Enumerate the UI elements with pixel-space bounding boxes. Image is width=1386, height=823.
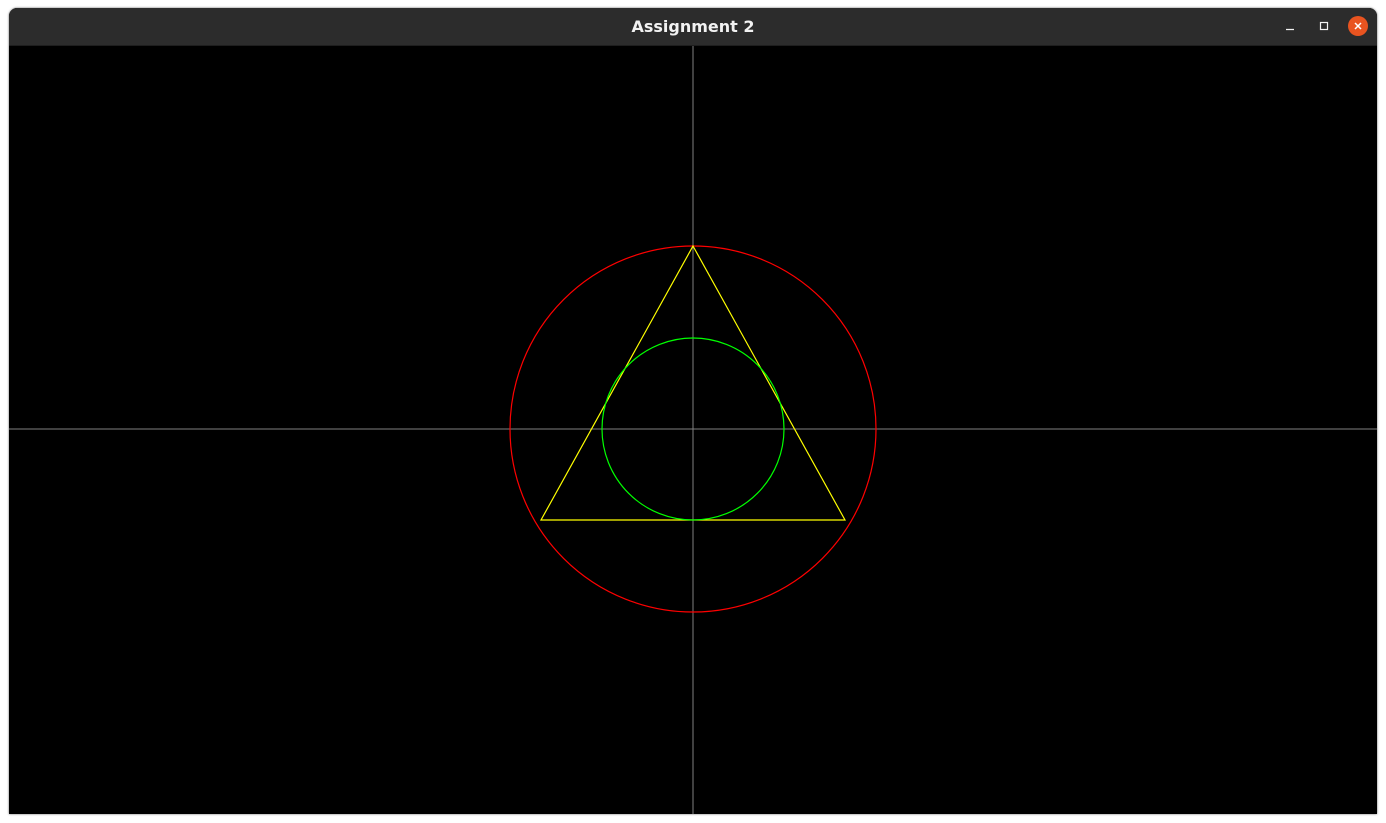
minimize-icon <box>1286 28 1294 31</box>
app-window: Assignment 2 <box>9 8 1377 814</box>
maximize-icon <box>1319 21 1329 31</box>
window-title: Assignment 2 <box>631 17 755 36</box>
title-bar[interactable]: Assignment 2 <box>9 8 1377 46</box>
maximize-button[interactable] <box>1314 16 1334 36</box>
close-button[interactable] <box>1348 16 1368 36</box>
close-icon <box>1354 22 1362 30</box>
drawing-canvas[interactable] <box>9 46 1377 814</box>
minimize-button[interactable] <box>1280 16 1300 36</box>
scene-drawing <box>9 46 1377 814</box>
